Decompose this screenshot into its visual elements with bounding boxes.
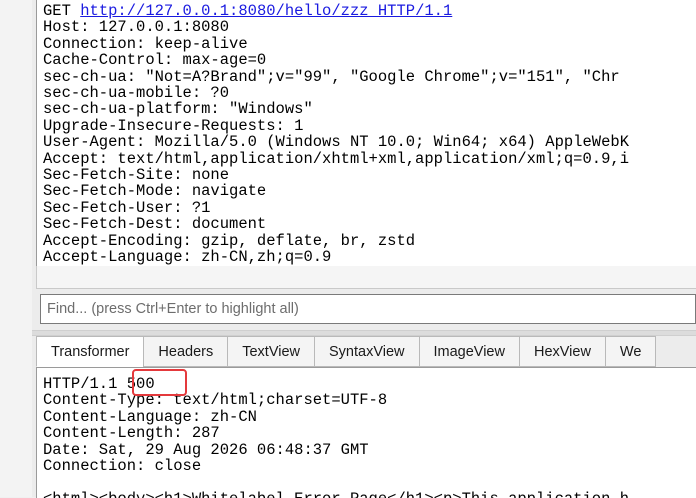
horizontal-scrollbar[interactable]: [36, 266, 696, 289]
request-header-line: sec-ch-ua-platform: "Windows": [43, 100, 313, 119]
tab-hexview[interactable]: HexView: [518, 336, 606, 367]
request-header-line: User-Agent: Mozilla/5.0 (Windows NT 10.0…: [43, 133, 629, 152]
request-method: GET: [43, 2, 71, 20]
tab-syntaxview[interactable]: SyntaxView: [314, 336, 420, 367]
request-header-line: Sec-Fetch-Site: none: [43, 166, 230, 185]
response-protocol: HTTP/1.1: [43, 375, 118, 393]
tab-web[interactable]: We: [604, 336, 657, 367]
inspector-frame: GET http://127.0.0.1:8080/hello/zzz HTTP…: [32, 0, 696, 498]
left-gutter: [0, 0, 33, 497]
response-header-line: Content-Language: zh-CN: [43, 407, 257, 426]
response-header-line: Content-Type: text/html;charset=UTF-8: [43, 391, 388, 410]
response-raw-text: HTTP/1.1 500 Content-Type: text/html;cha…: [43, 376, 629, 498]
request-header-line: Accept-Encoding: gzip, deflate, br, zstd: [43, 231, 416, 250]
response-status-code: 500: [126, 375, 155, 393]
request-header-line: Host: 127.0.0.1:8080: [43, 18, 230, 37]
response-tab-bar: Transformer Headers TextView SyntaxView …: [36, 336, 696, 368]
find-input[interactable]: Find... (press Ctrl+Enter to highlight a…: [40, 294, 696, 324]
response-header-line: Connection: close: [43, 457, 202, 476]
request-raw-text: GET http://127.0.0.1:8080/hello/zzz HTTP…: [43, 3, 629, 266]
response-header-line: Content-Length: 287: [43, 424, 220, 443]
request-raw-pane[interactable]: GET http://127.0.0.1:8080/hello/zzz HTTP…: [36, 0, 696, 267]
tab-transformer[interactable]: Transformer: [36, 336, 145, 367]
request-header-line: sec-ch-ua: "Not=A?Brand";v="99", "Google…: [43, 67, 620, 86]
request-header-line: Sec-Fetch-Dest: document: [43, 215, 267, 234]
request-header-line: Accept: text/html,application/xhtml+xml,…: [43, 149, 629, 168]
request-header-line: Cache-Control: max-age=0: [43, 51, 267, 70]
request-header-line: Accept-Language: zh-CN,zh;q=0.9: [43, 248, 332, 267]
request-header-line: Sec-Fetch-User: ?1: [43, 198, 211, 217]
response-raw-pane[interactable]: HTTP/1.1 500 Content-Type: text/html;cha…: [36, 367, 696, 498]
response-header-line: Date: Sat, 29 Aug 2026 06:48:37 GMT: [43, 440, 369, 459]
request-header-line: Connection: keep-alive: [43, 34, 248, 53]
tab-textview[interactable]: TextView: [227, 336, 315, 367]
request-header-line: Sec-Fetch-Mode: navigate: [43, 182, 267, 201]
request-header-line: sec-ch-ua-mobile: ?0: [43, 84, 230, 103]
request-url-link[interactable]: http://127.0.0.1:8080/hello/zzz HTTP/1.1: [80, 2, 452, 20]
request-header-line: Upgrade-Insecure-Requests: 1: [43, 116, 304, 135]
tab-imageview[interactable]: ImageView: [418, 336, 520, 367]
tab-headers[interactable]: Headers: [143, 336, 229, 367]
